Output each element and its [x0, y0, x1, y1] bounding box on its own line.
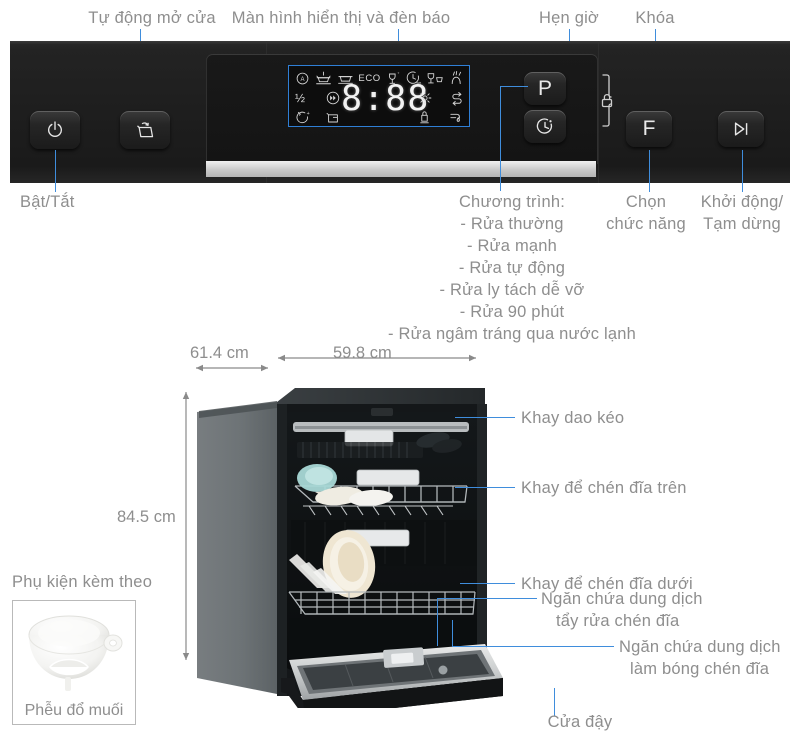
extra-dry-icon	[417, 90, 433, 106]
leader-detergent-v	[437, 598, 439, 646]
label-start-pause-line2: Tạm dừng	[703, 215, 781, 233]
program-item-0: - Rửa thường	[460, 215, 564, 233]
svg-text:°: °	[397, 72, 399, 78]
label-program-heading: Chương trình:	[458, 193, 566, 211]
display-icon-row-3-left: +	[295, 110, 341, 126]
power-icon	[48, 121, 62, 137]
label-display-indicator: Màn hình hiển thị và đèn báo	[231, 9, 451, 27]
auto-program-icon: A	[295, 71, 310, 86]
rinse-aid-lack-icon	[448, 110, 465, 126]
accessory-box: Phễu đổ muối	[12, 600, 136, 725]
display-icon-row-3-right	[417, 110, 465, 126]
intensive-pot-icon	[315, 71, 332, 86]
diagram-canvas: Tự động mở cửa Màn hình hiển thị và đèn …	[0, 0, 800, 742]
dishwasher-illustration	[197, 388, 503, 708]
child-lock-indicator	[596, 73, 618, 128]
leader-upper-basket	[455, 487, 515, 489]
dimension-depth: 61.4 cm	[190, 344, 249, 362]
label-detergent-line2: tẩy rửa chén đĩa	[556, 612, 680, 630]
leader-rinse-aid-v	[452, 620, 454, 646]
leader-function	[649, 150, 651, 192]
rinse-hand-icon	[449, 70, 465, 86]
label-power: Bật/Tắt	[20, 193, 75, 211]
power-button[interactable]	[30, 111, 80, 149]
salt-funnel-icon	[28, 615, 123, 691]
panel-top-sheen	[10, 41, 790, 44]
label-rinse-aid-line1: Ngăn chứa dung dịch	[619, 638, 781, 656]
label-start-pause-line1: Khởi động/	[700, 193, 784, 211]
label-auto-open-door: Tự động mở cửa	[88, 9, 216, 27]
program-item-3: - Rửa ly tách dễ vỡ	[439, 281, 585, 299]
start-pause-button[interactable]	[718, 111, 764, 147]
auto-open-door-button[interactable]	[120, 111, 170, 149]
label-lock: Khóa	[635, 9, 675, 27]
accessory-caption: Phễu đổ muối	[24, 702, 124, 719]
display-icon-row-2-right	[417, 90, 465, 106]
clock-icon	[536, 117, 553, 134]
program-item-1: - Rửa mạnh	[466, 237, 558, 255]
dimension-height: 84.5 cm	[117, 508, 176, 526]
accessory-heading: Phụ kiện kèm theo	[12, 573, 153, 591]
play-pause-icon	[734, 122, 748, 136]
dimension-width: 59.8 cm	[333, 344, 392, 362]
auto-open-door-icon	[137, 122, 154, 138]
half-load-text: ½	[295, 91, 306, 105]
leader-power	[55, 150, 57, 192]
label-upper-basket: Khay để chén đĩa trên	[521, 479, 687, 497]
leader-rinse-aid-h	[452, 646, 614, 648]
program-button-label: P	[537, 76, 552, 100]
leader-detergent-h	[437, 598, 537, 600]
program-item-2: - Rửa tự động	[458, 259, 566, 277]
label-cutlery-tray: Khay dao kéo	[521, 409, 625, 427]
program-button[interactable]: P	[524, 72, 566, 105]
svg-text:+: +	[307, 111, 310, 117]
label-function-line1: Chọn	[625, 193, 667, 211]
leader-program-v	[500, 86, 502, 191]
label-detergent-line1: Ngăn chứa dung dịch	[541, 590, 703, 608]
delay-start-icon: +	[295, 110, 311, 126]
dual-zone-icon	[325, 90, 341, 106]
program-item-4: - Rửa 90 phút	[459, 303, 565, 321]
leader-start-pause	[742, 150, 744, 192]
label-rinse-aid-line2: làm bóng chén đĩa	[630, 660, 770, 678]
function-button-label: F	[642, 117, 656, 140]
leader-lower-basket	[460, 583, 515, 585]
label-door: Cửa đậy	[547, 713, 613, 731]
program-item-5: - Rửa ngâm tráng qua nước lạnh	[387, 325, 637, 343]
open-door-icon	[325, 110, 341, 126]
salt-lack-icon	[417, 110, 432, 126]
display-icon-row-2-left: ½	[295, 90, 341, 106]
svg-text:A: A	[300, 77, 304, 83]
leader-cutlery-tray	[455, 417, 515, 419]
timer-button[interactable]	[524, 110, 566, 143]
panel-silver-strip	[206, 161, 596, 177]
display-screen: A ECO ° 90 ½ + 8:88	[288, 65, 470, 127]
function-button[interactable]: F	[626, 111, 672, 147]
water-swap-icon	[449, 90, 465, 106]
label-timer: Hẹn giờ	[539, 9, 599, 27]
leader-program-h	[500, 86, 528, 88]
label-function-line2: chức năng	[606, 215, 686, 233]
